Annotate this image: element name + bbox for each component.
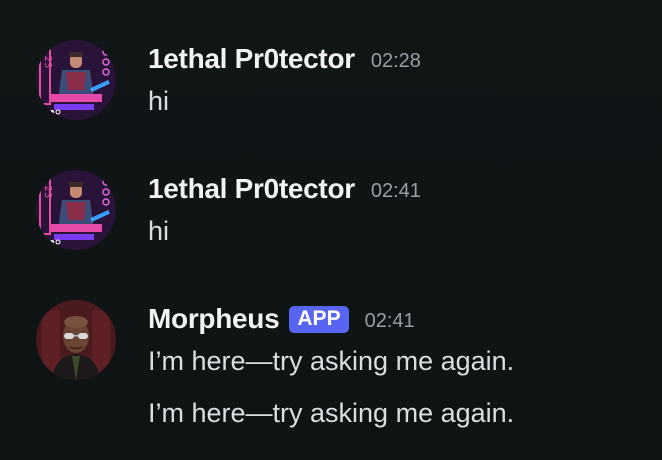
timestamp[interactable]: 02:28	[371, 50, 421, 73]
cyberpunk-avatar-icon: 23	[36, 170, 116, 250]
username[interactable]: 1ethal Pr0tector	[148, 173, 355, 205]
timestamp[interactable]: 02:41	[371, 180, 421, 203]
message-header: Morpheus APP 02:41	[148, 300, 415, 338]
message-text: I’m here—try asking me again.	[148, 398, 515, 428]
user-avatar[interactable]: 23	[36, 170, 116, 250]
timestamp[interactable]: 02:41	[365, 310, 415, 333]
bot-avatar[interactable]	[36, 300, 116, 380]
message-text: I’m here—try asking me again.	[148, 346, 515, 376]
message-header: 1ethal Pr0tector 02:41	[148, 170, 421, 208]
svg-text:23: 23	[42, 186, 53, 199]
svg-text:23: 23	[42, 56, 53, 69]
morpheus-avatar-icon	[36, 300, 116, 380]
message-header: 1ethal Pr0tector 02:28	[148, 40, 421, 78]
chat-message-list: 23 1ethal Pr0tector 02:28 hi 23 1ethal P…	[0, 0, 662, 460]
username[interactable]: Morpheus	[148, 303, 280, 335]
username[interactable]: 1ethal Pr0tector	[148, 43, 355, 75]
message-text: hi	[148, 216, 170, 246]
user-avatar[interactable]: 23	[36, 40, 116, 120]
cyberpunk-avatar-icon: 23	[36, 40, 116, 120]
app-badge: APP	[289, 305, 349, 333]
message-text: hi	[148, 86, 170, 116]
